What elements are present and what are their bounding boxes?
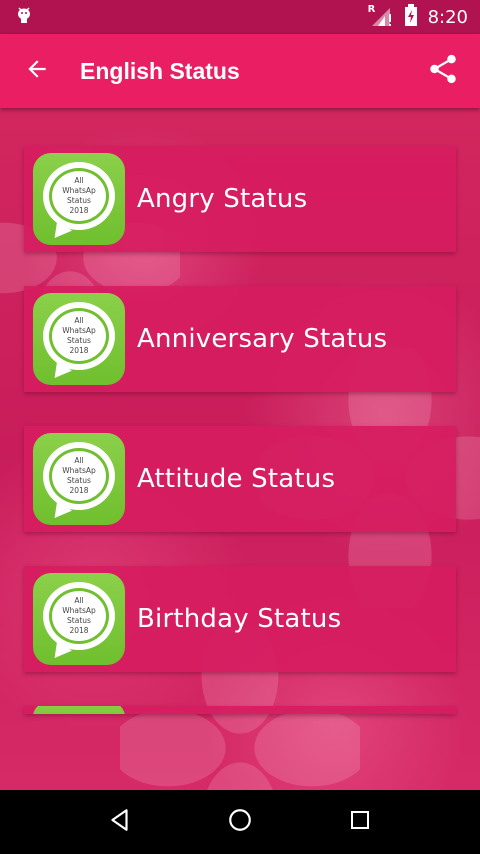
- app-icon: All WhatsAp Status 2018: [33, 293, 125, 385]
- list-item-angry-status[interactable]: All WhatsAp Status 2018 Angry Status: [24, 146, 456, 252]
- whatsapp-bubble-icon: All WhatsAp Status 2018: [43, 302, 115, 384]
- whatsapp-bubble-icon: All WhatsAp Status 2018: [43, 582, 115, 664]
- nav-back-button[interactable]: [90, 792, 150, 852]
- app-icon-text-line: 2018: [69, 626, 89, 635]
- share-icon: [426, 52, 460, 90]
- whatsapp-bubble-icon: All WhatsAp Status 2018: [43, 442, 115, 524]
- bubble-tail: [48, 640, 72, 664]
- back-triangle-icon: [107, 807, 133, 837]
- app-icon-text: All WhatsAp Status 2018: [49, 448, 109, 504]
- app-icon-text-line: WhatsAp: [62, 606, 96, 615]
- status-bar: R 8:20: [0, 0, 480, 34]
- list-item-partial[interactable]: [24, 706, 456, 714]
- app-icon-text: All WhatsAp Status 2018: [49, 168, 109, 224]
- bubble-tail: [48, 360, 72, 384]
- app-icon-text-line: Status: [67, 196, 91, 205]
- app-icon-text-line: All: [74, 316, 84, 325]
- page-title: English Status: [80, 57, 240, 84]
- app-icon-text-line: Status: [67, 476, 91, 485]
- list-item-anniversary-status[interactable]: All WhatsAp Status 2018 Anniversary Stat…: [24, 286, 456, 392]
- list-item-birthday-status[interactable]: All WhatsAp Status 2018 Birthday Status: [24, 566, 456, 672]
- share-button[interactable]: [406, 34, 480, 108]
- signal-roaming-label: R: [367, 4, 376, 15]
- app-icon-text: All WhatsAp Status 2018: [49, 588, 109, 644]
- list-item-label: Angry Status: [137, 184, 308, 214]
- android-icon: [14, 5, 34, 29]
- app-icon: [33, 706, 125, 714]
- list-item-label: Attitude Status: [137, 464, 336, 494]
- back-button[interactable]: [0, 34, 74, 108]
- list-item-label: Anniversary Status: [137, 324, 388, 354]
- app-icon-text-line: 2018: [69, 486, 89, 495]
- app-icon-text-line: WhatsAp: [62, 326, 96, 335]
- nav-home-button[interactable]: [210, 792, 270, 852]
- app-bar: English Status: [0, 34, 480, 108]
- content-area[interactable]: All WhatsAp Status 2018 Angry Status All…: [0, 108, 480, 790]
- app-icon: All WhatsAp Status 2018: [33, 573, 125, 665]
- app-icon: All WhatsAp Status 2018: [33, 433, 125, 525]
- arrow-back-icon: [24, 56, 50, 86]
- app-icon-text-line: Status: [67, 336, 91, 345]
- nav-recents-button[interactable]: [330, 792, 390, 852]
- app-icon: All WhatsAp Status 2018: [33, 153, 125, 245]
- battery-icon: [404, 4, 418, 30]
- app-icon-text-line: All: [74, 176, 84, 185]
- app-icon-text-line: Status: [67, 616, 91, 625]
- recents-square-icon: [348, 808, 372, 836]
- signal-icon: R: [367, 4, 394, 28]
- app-icon-text-line: WhatsAp: [62, 466, 96, 475]
- status-time: 8:20: [427, 6, 468, 28]
- app-icon-text-line: WhatsAp: [62, 186, 96, 195]
- whatsapp-bubble-icon: All WhatsAp Status 2018: [43, 162, 115, 244]
- home-circle-icon: [227, 807, 253, 837]
- system-nav-bar: [0, 790, 480, 854]
- app-icon-text-line: All: [74, 596, 84, 605]
- bubble-tail: [48, 220, 72, 244]
- bubble-tail: [48, 500, 72, 524]
- app-icon-text-line: All: [74, 456, 84, 465]
- list-item-attitude-status[interactable]: All WhatsAp Status 2018 Attitude Status: [24, 426, 456, 532]
- app-icon-text-line: 2018: [69, 206, 89, 215]
- app-icon-text: All WhatsAp Status 2018: [49, 308, 109, 364]
- list-item-label: Birthday Status: [137, 604, 342, 634]
- status-category-list: All WhatsAp Status 2018 Angry Status All…: [24, 146, 456, 714]
- app-icon-text-line: 2018: [69, 346, 89, 355]
